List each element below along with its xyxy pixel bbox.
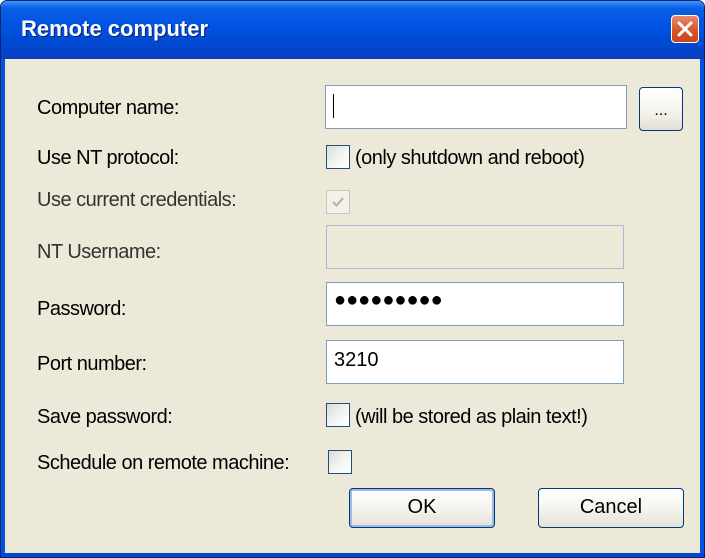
password-input[interactable]: ●●●●●●●●● [326, 282, 624, 326]
use-current-credentials-label: Use current credentials: [37, 189, 237, 211]
nt-username-input[interactable] [326, 225, 624, 269]
dialog-title: Remote computer [21, 16, 209, 41]
port-number-label: Port number: [37, 353, 147, 375]
use-current-credentials-checkbox[interactable] [326, 190, 350, 214]
save-password-checkbox[interactable] [326, 403, 350, 427]
schedule-remote-checkbox[interactable] [328, 450, 352, 474]
ok-button[interactable]: OK [349, 488, 495, 528]
password-masked-value: ●●●●●●●●● [334, 289, 443, 311]
close-icon [677, 21, 693, 37]
checkmark-icon [332, 197, 344, 208]
computer-name-input[interactable] [325, 85, 627, 129]
port-number-value: 3210 [334, 349, 379, 371]
use-nt-protocol-label: Use NT protocol: [37, 147, 179, 169]
close-button[interactable] [671, 15, 699, 43]
text-caret [333, 94, 334, 118]
cancel-button[interactable]: Cancel [538, 488, 684, 528]
remote-computer-dialog: Remote computer Computer name: ... Use N… [0, 0, 705, 558]
window-frame-right [700, 59, 704, 557]
window-frame-bottom [1, 553, 704, 557]
computer-name-label: Computer name: [37, 97, 179, 119]
password-label: Password: [37, 298, 126, 320]
title-bar[interactable]: Remote computer [1, 1, 704, 59]
save-password-note: (will be stored as plain text!) [355, 406, 588, 428]
nt-username-label: NT Username: [37, 241, 161, 263]
use-nt-protocol-checkbox[interactable] [326, 145, 350, 169]
save-password-label: Save password: [37, 406, 173, 428]
port-number-input[interactable]: 3210 [326, 340, 624, 384]
browse-button[interactable]: ... [639, 87, 683, 131]
window-frame-left [1, 59, 5, 557]
use-nt-protocol-note: (only shutdown and reboot) [355, 147, 585, 169]
schedule-remote-label: Schedule on remote machine: [37, 452, 290, 474]
